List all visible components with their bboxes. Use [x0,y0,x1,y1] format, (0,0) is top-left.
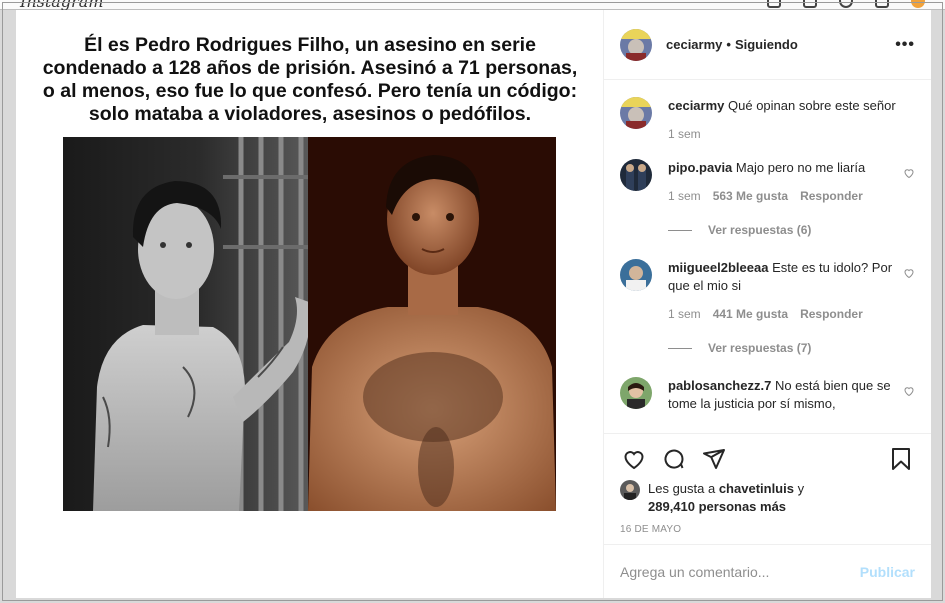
replies-divider [668,347,692,349]
comment-likes[interactable]: 563 Me gusta [713,187,788,205]
reply-button[interactable]: Responder [800,305,863,323]
caption-line: condenado a 128 años de prisión. Asesinó… [42,57,578,79]
liker-avatar[interactable] [620,480,640,500]
comment-item: pipo.pavia Majo pero no me liaría 1 sem … [620,159,915,205]
like-comment-heart-icon[interactable] [903,167,915,179]
view-replies-button[interactable]: Ver respuestas (6) [668,223,915,237]
comment-text: Qué opinan sobre este señor [728,98,896,113]
comment-meta: 1 sem 563 Me gusta Responder [668,187,898,205]
post-actions: Les gusta a chavetinluis y 289,410 perso… [604,433,931,535]
view-replies-button[interactable]: Ver respuestas (7) [668,341,915,355]
likes-middle: y [793,481,805,496]
comment-input[interactable] [620,563,860,580]
comment-username[interactable]: ceciarmy [668,98,724,113]
avatar-image [620,159,652,191]
avatar-image [620,377,652,409]
post-date[interactable]: 16 DE MAYO [620,524,915,535]
caption-line: solo mataba a violadores, asesinos o ped… [88,103,532,125]
commenter-avatar[interactable] [620,159,652,191]
comments-list: ceciarmy Qué opinan sobre este señor 1 s… [604,81,931,433]
separator-dot: • [726,37,731,52]
image-caption-text: Él es Pedro Rodrigues Filho, un asesino … [16,34,604,126]
author-avatar[interactable] [620,28,652,61]
likes-prefix: Les gusta a [648,481,719,496]
more-options-button[interactable]: ••• [895,36,915,54]
caption-line: o al menos, eso fue lo que confesó. Pero… [42,80,578,102]
like-heart-icon[interactable] [620,445,648,473]
avatar-image [620,28,652,61]
photo-color-illustration [308,137,556,511]
comment-body: pablosanchezz.7 No está bien que se tome… [668,377,898,413]
action-icons [620,444,915,474]
caption-line: Él es Pedro Rodrigues Filho, un asesino … [84,34,536,56]
comment-time[interactable]: 1 sem [668,125,701,143]
avatar-image [620,259,652,291]
comment-bubble-icon[interactable] [660,445,688,473]
like-comment-heart-icon[interactable] [903,267,915,279]
replies-divider [668,229,692,231]
likes-text: Les gusta a chavetinluis y 289,410 perso… [648,480,804,516]
view-replies-label: Ver respuestas (7) [708,341,812,355]
photo-bw-prisoner [63,137,311,511]
comment-username[interactable]: pablosanchezz.7 [668,378,771,393]
comment-meta: 1 sem 441 Me gusta Responder [668,305,898,323]
publish-button[interactable]: Publicar [860,564,915,580]
comment-username[interactable]: miigueel2bleeaa [668,260,768,275]
avatar-image [620,480,640,500]
post-modal: Él es Pedro Rodrigues Filho, un asesino … [16,10,931,598]
commenter-avatar[interactable] [620,97,652,129]
like-comment-heart-icon[interactable] [903,385,915,397]
likes-count-link[interactable]: 289,410 personas más [648,499,786,514]
photo-color-shirtless [308,137,556,511]
view-replies-label: Ver respuestas (6) [708,223,812,237]
comment-text: Majo pero no me liaría [735,160,866,175]
share-paper-plane-icon[interactable] [700,445,728,473]
comment-time[interactable]: 1 sem [668,305,701,323]
likes-summary: Les gusta a chavetinluis y 289,410 perso… [620,480,915,516]
add-comment-section: Publicar [604,544,931,598]
liker-username[interactable]: chavetinluis [719,481,794,496]
comment-likes[interactable]: 441 Me gusta [713,305,788,323]
comment-meta: 1 sem [668,125,898,143]
comment-body: ceciarmy Qué opinan sobre este señor 1 s… [668,97,898,143]
reply-button[interactable]: Responder [800,187,863,205]
comment-body: miigueel2bleeaa Este es tu idolo? Por qu… [668,259,898,323]
comment-body: pipo.pavia Majo pero no me liaría 1 sem … [668,159,898,205]
photo-bw-illustration [63,137,311,511]
commenter-avatar[interactable] [620,377,652,409]
save-bookmark-icon[interactable] [887,445,915,473]
post-image[interactable]: Él es Pedro Rodrigues Filho, un asesino … [16,10,604,598]
follow-status-button[interactable]: Siguiendo [735,37,798,52]
author-username[interactable]: ceciarmy [666,37,722,52]
comment-item: pablosanchezz.7 No está bien que se tome… [620,377,915,413]
comments-panel: ceciarmy • Siguiendo ••• ceciarmy Qué op… [604,10,931,598]
commenter-avatar[interactable] [620,259,652,291]
caption-comment: ceciarmy Qué opinan sobre este señor 1 s… [620,97,915,143]
post-header: ceciarmy • Siguiendo ••• [604,10,931,80]
comment-time[interactable]: 1 sem [668,187,701,205]
avatar-image [620,97,652,129]
comment-item: miigueel2bleeaa Este es tu idolo? Por qu… [620,259,915,323]
comment-username[interactable]: pipo.pavia [668,160,732,175]
